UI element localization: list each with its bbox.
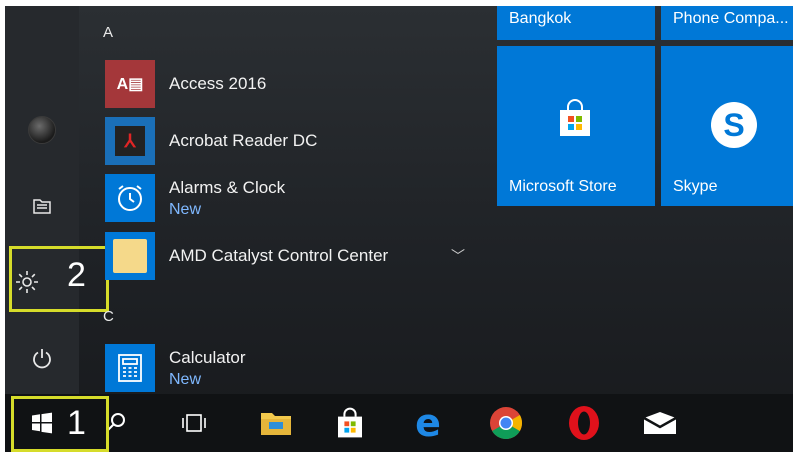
settings-callout-number: 2 [67,256,86,294]
start-menu-rail [5,6,79,394]
file-explorer-button[interactable] [253,400,299,446]
app-name: AMD Catalyst Control Center [169,246,389,265]
app-name: Calculator [169,347,246,367]
section-header-a: A [103,24,114,41]
power-icon [33,349,51,369]
new-badge: New [169,200,202,218]
taskbar: e [5,394,793,452]
new-badge: New [169,370,202,388]
tile-label: Skype [673,178,718,195]
list-item-calculator[interactable]: Calculator New [105,344,475,392]
tile-phone-companion[interactable]: Phone Compa... [661,6,793,40]
folder-icon [105,232,155,280]
task-view-icon [182,414,206,432]
user-account-button[interactable] [5,104,79,156]
list-item-alarms[interactable]: Alarms & Clock New [105,174,475,222]
settings-highlight-box [9,246,109,312]
calculator-icon [105,344,155,392]
alarm-clock-icon [105,174,155,222]
documents-icon [33,199,51,214]
edge-icon: e [415,401,441,445]
store-bag-icon [560,99,590,136]
mail-icon [643,412,677,434]
user-avatar [28,116,56,144]
store-icon [338,407,362,438]
start-callout-number: 1 [67,404,86,442]
tile-skype[interactable]: S Skype [661,46,793,206]
tile-bangkok[interactable]: Bangkok [497,6,655,40]
mail-button[interactable] [637,400,683,446]
list-item-acrobat[interactable]: ⅄ Acrobat Reader DC [105,117,475,165]
chrome-icon [490,407,523,440]
opera-icon [569,406,599,440]
store-taskbar-button[interactable] [327,400,373,446]
tile-microsoft-store[interactable]: Microsoft Store [497,46,655,206]
opera-button[interactable] [561,400,607,446]
app-name: Alarms & Clock [169,177,286,197]
app-name: Access 2016 [169,74,267,93]
acrobat-icon: ⅄ [105,117,155,165]
skype-icon: S [711,102,757,148]
app-name: Acrobat Reader DC [169,131,318,150]
section-header-c: C [103,308,114,325]
power-button[interactable] [5,332,79,384]
documents-button[interactable] [5,180,79,232]
tile-label: Phone Compa... [673,10,789,27]
chrome-button[interactable] [483,400,529,446]
tile-label: Bangkok [509,10,572,27]
file-explorer-icon [261,413,291,435]
tile-label: Microsoft Store [509,178,617,195]
start-menu-screenshot: 2 A A▤ Access 2016 ⅄ Acrobat Reader DC A… [5,6,793,452]
start-highlight-box [11,396,109,452]
chevron-down-icon[interactable]: ﹀ [451,246,465,266]
list-item-access[interactable]: A▤ Access 2016 [105,60,475,108]
access-icon: A▤ [105,60,155,108]
task-view-button[interactable] [171,400,217,446]
edge-button[interactable]: e [405,400,451,446]
list-item-amd-catalyst[interactable]: AMD Catalyst Control Center ﹀ [105,232,475,280]
